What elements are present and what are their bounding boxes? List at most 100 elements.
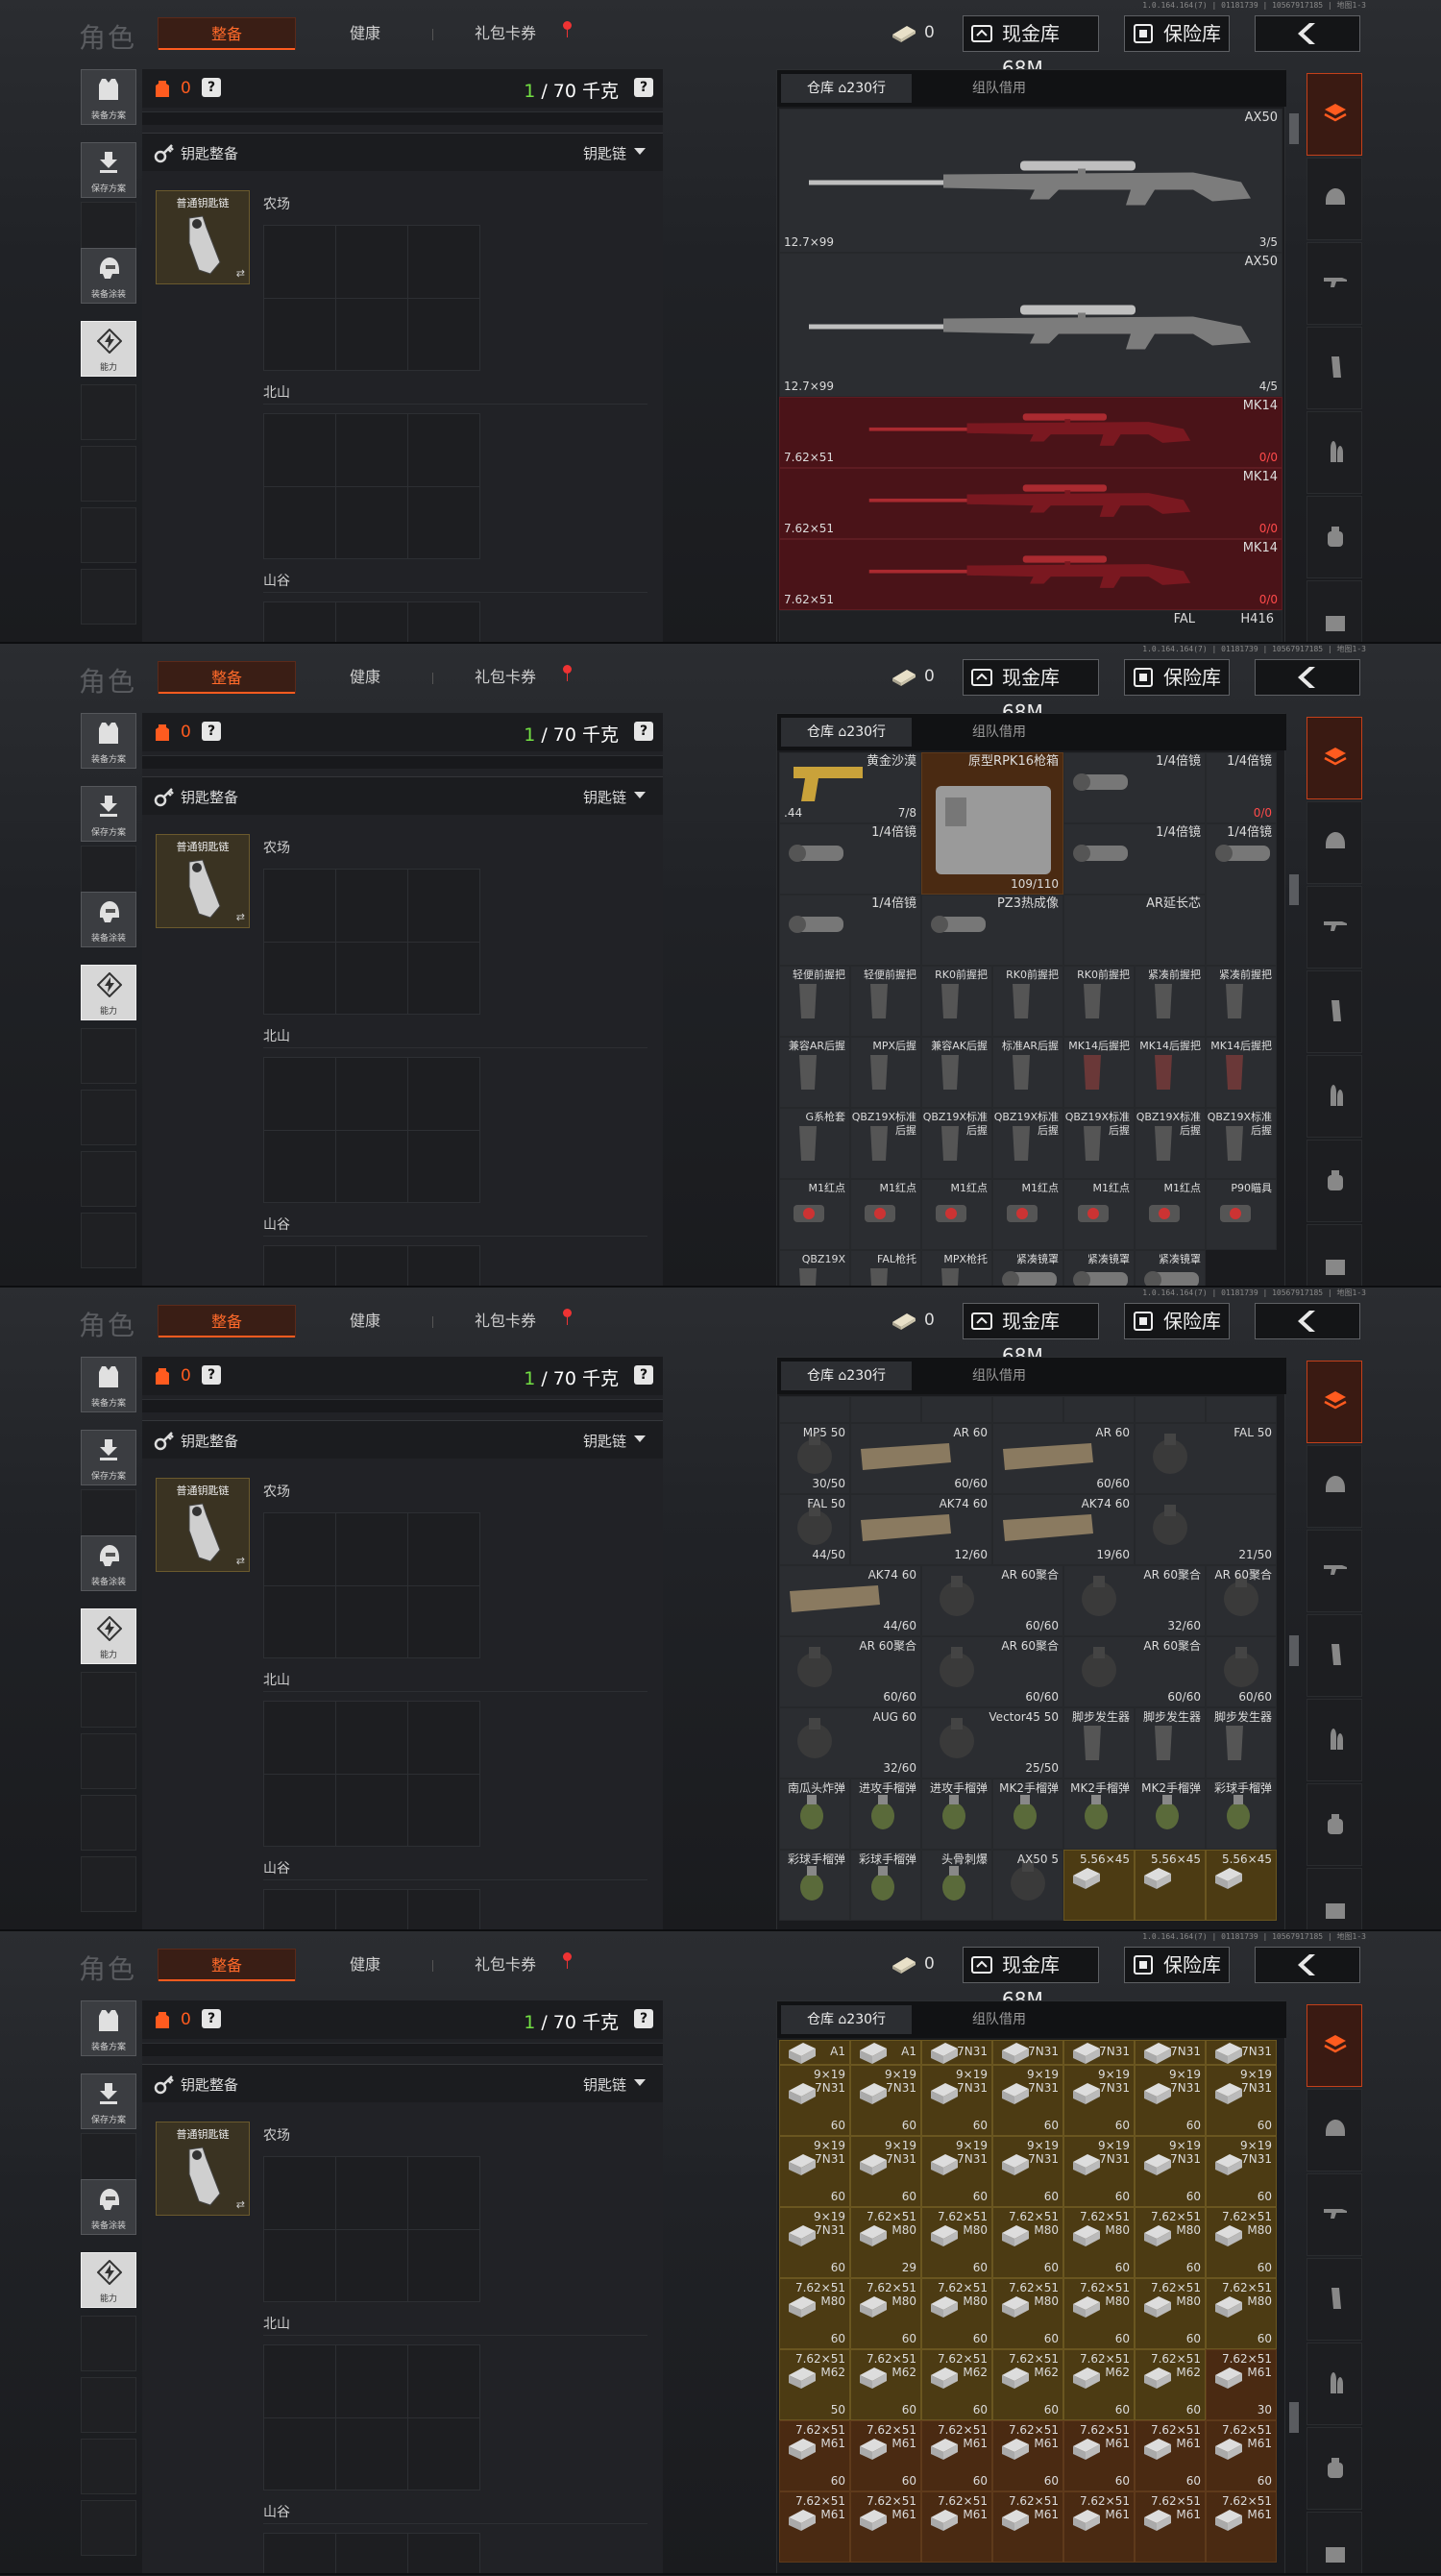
help-icon[interactable]: ? <box>634 1365 653 1385</box>
ammo-item[interactable]: 7.62×51 M80 60 <box>1206 2207 1277 2278</box>
ammo-item[interactable]: 7.62×51 M80 60 <box>921 2207 992 2278</box>
ammo-item[interactable]: 7N31 <box>921 2040 992 2065</box>
ammo-item[interactable]: 9×19 7N31 60 <box>992 2136 1063 2207</box>
ammo-item[interactable]: 7.62×51 M61 <box>779 2491 850 2563</box>
warehouse-item[interactable]: 彩球手榴弹 <box>779 1850 850 1921</box>
tab-team-borrow[interactable]: 组队借用 <box>956 2005 1042 2034</box>
scope-item[interactable]: 1/4倍镜 <box>1206 823 1277 966</box>
category-magazines[interactable] <box>1307 2258 1362 2341</box>
warehouse-item[interactable]: AK74 60 12/60 <box>850 1494 992 1565</box>
category-weapons[interactable] <box>1307 2173 1362 2256</box>
category-weapons[interactable] <box>1307 886 1362 969</box>
safe-box-button[interactable]: 保险库 <box>1124 1947 1230 1983</box>
ammo-item[interactable]: 7.62×51 M80 60 <box>1135 2207 1206 2278</box>
tab-gift-coupons[interactable]: 礼包卡券 <box>459 1949 551 1981</box>
scroll-thumb[interactable] <box>1289 113 1299 144</box>
warehouse-item[interactable]: 1/4倍镜 0/0 <box>1206 752 1277 823</box>
warehouse-item[interactable]: AR 60聚合 60/60 <box>1063 1636 1206 1707</box>
ammo-item[interactable]: 7.62×51 M61 <box>850 2491 921 2563</box>
warehouse-item[interactable]: 脚步发生器 <box>1063 1707 1135 1779</box>
ammo-item[interactable]: 9×19 7N31 60 <box>850 2065 921 2136</box>
zone-valley-slots[interactable] <box>263 1889 480 1931</box>
cash-vault-button[interactable]: 现金库 68M <box>963 1303 1099 1367</box>
category-gear[interactable] <box>1307 1445 1362 1528</box>
warehouse-item[interactable]: AR 60 60/60 <box>850 1423 992 1494</box>
zone-farm-slots[interactable] <box>263 1512 480 1658</box>
safe-box-button[interactable]: 保险库 <box>1124 1303 1230 1339</box>
warehouse-item[interactable]: MK2手榴弹 <box>1135 1779 1206 1850</box>
category-ammo[interactable] <box>1307 1055 1362 1138</box>
attachment-item[interactable]: QBZ19X标准后握 <box>1206 1108 1277 1179</box>
ammo-item[interactable]: 7.62×51 M62 60 <box>921 2349 992 2420</box>
attachment-item[interactable]: 紧凑镜罩 <box>1135 1250 1206 1287</box>
weapon-card-ax50[interactable]: AX50 12.7×99 4/5 <box>779 253 1282 397</box>
warehouse-item[interactable]: FAL 50 <box>1135 1423 1277 1494</box>
help-icon[interactable]: ? <box>202 2009 221 2028</box>
attachment-item[interactable]: 兼容AK后握 <box>921 1037 992 1108</box>
back-button[interactable] <box>1255 1303 1360 1339</box>
warehouse-item[interactable]: 彩球手榴弹 <box>1206 1779 1277 1850</box>
attachment-item[interactable]: QBZ19X <box>779 1250 850 1287</box>
category-misc[interactable] <box>1307 2512 1362 2575</box>
ammo-item[interactable]: 7.62×51 M80 60 <box>992 2207 1063 2278</box>
attachment-item[interactable] <box>850 1396 921 1423</box>
attachment-item[interactable] <box>1135 1396 1206 1423</box>
zone-farm-slots[interactable] <box>263 225 480 371</box>
zone-north-slots[interactable] <box>263 2344 480 2490</box>
attachment-item[interactable]: M1红点 <box>921 1179 992 1250</box>
scroll-thumb[interactable] <box>1289 1635 1299 1666</box>
zone-valley-slots[interactable] <box>263 2533 480 2575</box>
key-loadout-row[interactable]: 钥匙整备 钥匙链 <box>142 133 663 171</box>
ammo-item[interactable]: 9×19 7N31 60 <box>779 2065 850 2136</box>
loadout-plan-button[interactable]: 装备方案 <box>81 713 136 769</box>
attachment-item[interactable]: QBZ19X标准后握 <box>921 1108 992 1179</box>
attachment-item[interactable]: M1红点 <box>779 1179 850 1250</box>
category-magazines[interactable] <box>1307 970 1362 1053</box>
help-icon[interactable]: ? <box>202 1365 221 1385</box>
loadout-plan-button[interactable]: 装备方案 <box>81 69 136 125</box>
attachment-item[interactable] <box>779 1396 850 1423</box>
warehouse-item[interactable]: MK2手榴弹 <box>992 1779 1063 1850</box>
tab-health[interactable]: 健康 <box>327 661 403 694</box>
category-ammo[interactable] <box>1307 1699 1362 1781</box>
ammo-item[interactable]: 7N31 <box>1206 2040 1277 2065</box>
tab-team-borrow[interactable]: 组队借用 <box>956 718 1042 747</box>
warehouse-item[interactable]: 60/60 <box>1206 1636 1277 1707</box>
warehouse-item[interactable]: AR 60聚合 60/60 <box>921 1565 1063 1636</box>
swap-icon[interactable]: ⇄ <box>236 267 245 280</box>
cash-vault-button[interactable]: 现金库 68M <box>963 1947 1099 2011</box>
attachment-item[interactable]: M1红点 <box>1135 1179 1206 1250</box>
save-plan-button[interactable]: 保存方案 <box>81 1430 136 1485</box>
ammo-item[interactable]: 9×19 7N31 60 <box>779 2136 850 2207</box>
scope-item[interactable]: 1/4倍镜 <box>779 823 921 895</box>
ammo-item[interactable]: 7.62×51 M61 60 <box>1135 2420 1206 2491</box>
warehouse-item[interactable]: AK74 60 44/60 <box>779 1565 921 1636</box>
warehouse-item[interactable]: 头骨刺爆 <box>921 1850 992 1921</box>
attachment-item[interactable]: MK14后握把 <box>1135 1037 1206 1108</box>
ammo-item[interactable]: 7.62×51 M80 60 <box>992 2278 1063 2349</box>
warehouse-item[interactable]: 脚步发生器 <box>1135 1707 1206 1779</box>
scroll-thumb[interactable] <box>1289 2402 1299 2433</box>
loadout-plan-button[interactable]: 装备方案 <box>81 2000 136 2056</box>
zone-farm-slots[interactable] <box>263 869 480 1015</box>
keychain-dropdown[interactable]: 钥匙链 <box>583 2074 647 2095</box>
weapon-card-ax50[interactable]: AX50 12.7×99 3/5 <box>779 109 1282 253</box>
skin-button[interactable]: 装备涂装 <box>81 892 136 947</box>
category-ammo[interactable] <box>1307 2343 1362 2425</box>
warehouse-scrollbar[interactable] <box>1287 2037 1301 2575</box>
category-consumables[interactable] <box>1307 496 1362 578</box>
ammo-item[interactable]: 9×19 7N31 60 <box>921 2065 992 2136</box>
attachment-item[interactable]: MPX后握 <box>850 1037 921 1108</box>
ammo-item[interactable]: 7.62×51 M62 50 <box>779 2349 850 2420</box>
ammo-item[interactable]: 7.62×51 M61 <box>992 2491 1063 2563</box>
attachment-item[interactable]: MPX枪托 <box>921 1250 992 1287</box>
ammo-item[interactable]: 7.62×51 M80 60 <box>779 2278 850 2349</box>
save-plan-button[interactable]: 保存方案 <box>81 786 136 842</box>
ammo-item[interactable]: 7.62×51 M61 60 <box>850 2420 921 2491</box>
attachment-item[interactable]: RK0前握把 <box>992 966 1063 1037</box>
category-magazines[interactable] <box>1307 1614 1362 1697</box>
ability-button[interactable]: 能力 <box>81 1608 136 1664</box>
ammo-item[interactable]: 7.62×51 M61 60 <box>1063 2420 1135 2491</box>
category-gear[interactable] <box>1307 158 1362 240</box>
back-button[interactable] <box>1255 1947 1360 1983</box>
